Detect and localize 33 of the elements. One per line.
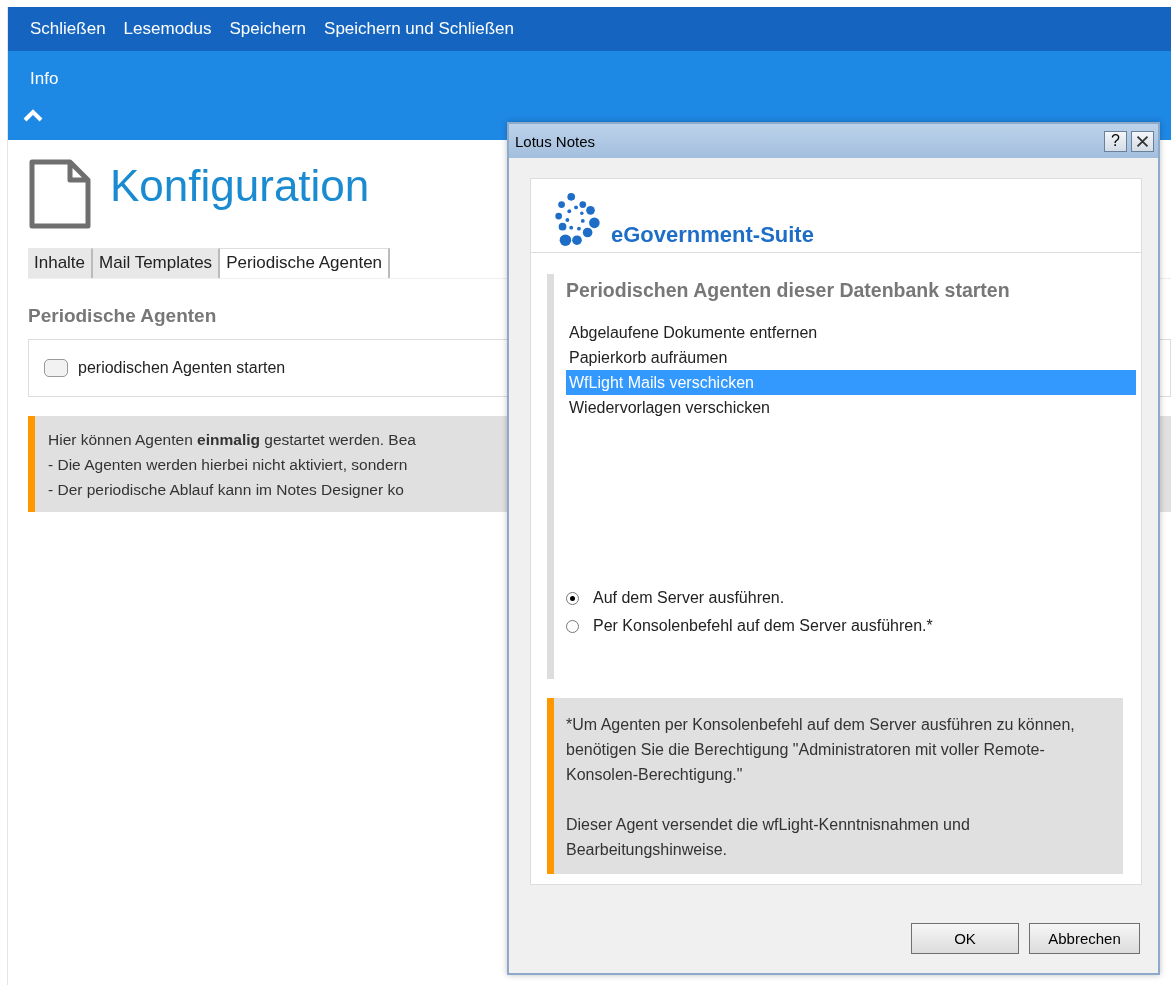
dialog-heading: Periodischen Agenten dieser Datenbank starten bbox=[566, 279, 1011, 302]
tab[interactable]: Periodische Agenten bbox=[220, 248, 391, 278]
toolbar-action[interactable]: Speichern und Schließen bbox=[324, 19, 515, 39]
dialog-button[interactable]: Abbrechen bbox=[1029, 923, 1140, 954]
agent-list-item[interactable]: Wiedervorlagen verschicken bbox=[566, 395, 1136, 420]
dialog-button[interactable]: OK bbox=[911, 923, 1019, 954]
checkbox-label: periodischen Agenten starten bbox=[78, 359, 286, 377]
tab[interactable]: Mail Templates bbox=[93, 248, 221, 278]
checkbox[interactable] bbox=[44, 359, 68, 377]
toolbar-action[interactable]: Schließen bbox=[30, 19, 106, 39]
radio-button[interactable] bbox=[566, 591, 579, 605]
note-line: - Der periodische Ablauf kann im Notes Designer ko bbox=[48, 480, 405, 500]
close-icon[interactable] bbox=[1131, 130, 1154, 152]
logo-text: eGovernment-Suite bbox=[611, 222, 814, 248]
note-line: - Die Agenten werden hierbei nicht aktiviert, sondern bbox=[48, 455, 409, 475]
toolbar-action[interactable]: Speichern bbox=[229, 19, 307, 39]
note-paragraph: *Um Agenten per Konsolenbefehl auf dem Server ausführen zu können, benötigen Sie die Berechtigung "Administratoren mit voller Remote-Konsolen-Berechtigung." bbox=[566, 715, 1076, 785]
dialog-title: Lotus Notes bbox=[515, 132, 597, 150]
collapse-icon[interactable] bbox=[22, 109, 44, 123]
note-paragraph: Dieser Agent versendet die wfLight-Kenntnisnahmen und Bearbeitungshinweise. bbox=[566, 815, 971, 860]
radio-label: Auf dem Server ausführen. bbox=[593, 589, 785, 607]
toolbar-action[interactable]: Lesemodus bbox=[123, 19, 212, 39]
radio-button[interactable] bbox=[566, 619, 579, 633]
help-button[interactable]: ? bbox=[1104, 130, 1127, 152]
info-label: Info bbox=[30, 69, 60, 89]
section-title: Periodische Agenten bbox=[28, 305, 218, 327]
radio-label: Per Konsolenbefehl auf dem Server ausführen.* bbox=[593, 617, 933, 635]
agent-list-item[interactable]: Abgelaufene Dokumente entfernen bbox=[566, 320, 1136, 345]
note-line: Hier können Agenten einmalig gestartet werden. Bea bbox=[48, 430, 417, 450]
agent-list-item[interactable]: Papierkorb aufräumen bbox=[566, 345, 1136, 370]
page-title: Konfiguration bbox=[110, 161, 370, 211]
tab[interactable]: Inhalte bbox=[28, 248, 94, 278]
document-icon bbox=[28, 158, 92, 230]
